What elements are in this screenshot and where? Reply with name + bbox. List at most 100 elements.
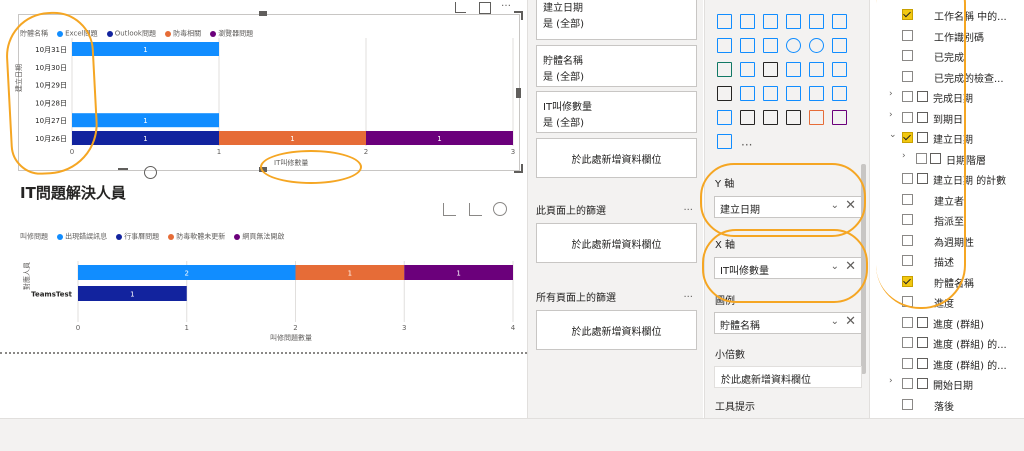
data-label: 1 bbox=[143, 46, 147, 54]
table-icon[interactable] bbox=[738, 84, 756, 102]
donut-chart-icon[interactable] bbox=[807, 36, 825, 54]
field-checkbox[interactable] bbox=[902, 398, 913, 410]
annotation-circle-x-well bbox=[702, 229, 868, 303]
filter-card-created-date[interactable]: 建立日期 是 (全部) bbox=[536, 0, 697, 40]
chart2-legend-item[interactable]: 網頁無法開啟 bbox=[242, 233, 284, 241]
python-visual-icon-glyph bbox=[809, 86, 824, 101]
field-row[interactable]: 落後 bbox=[870, 395, 1024, 415]
x-tick-label: 0 bbox=[76, 324, 80, 332]
field-row[interactable]: 進度 (群組) 的... bbox=[870, 333, 1024, 353]
python-visual-icon[interactable] bbox=[807, 84, 825, 102]
waterfall-icon[interactable] bbox=[715, 36, 733, 54]
field-checkbox[interactable] bbox=[902, 316, 913, 328]
remove-field-icon[interactable]: ✕ bbox=[845, 314, 856, 329]
resize-handle-top-right[interactable] bbox=[514, 11, 523, 20]
filter-card-value: 是 (全部) bbox=[543, 72, 584, 83]
line-clustered-column-icon-glyph bbox=[786, 14, 801, 29]
field-label: 開始日期 bbox=[933, 381, 973, 392]
chart2-plot[interactable]: 0 1 2 3 4 2 1 1 TeamsTest 1 bbox=[0, 255, 527, 335]
pie-chart-icon[interactable] bbox=[784, 36, 802, 54]
scatter-icon-glyph bbox=[763, 38, 778, 53]
kpi-icon[interactable] bbox=[830, 60, 848, 78]
r-visual-icon[interactable] bbox=[784, 84, 802, 102]
table-icon-glyph bbox=[740, 86, 755, 101]
decomposition-tree-icon[interactable] bbox=[715, 108, 733, 126]
line-clustered-column-icon[interactable] bbox=[784, 12, 802, 30]
gauge-icon[interactable] bbox=[761, 60, 779, 78]
data-label: 1 bbox=[143, 135, 147, 143]
all-pages-filters-more-button[interactable]: ... bbox=[683, 289, 693, 300]
filter-card-it-count[interactable]: IT叫修數量 是 (全部) bbox=[536, 91, 697, 133]
matrix-icon[interactable] bbox=[761, 84, 779, 102]
map-icon[interactable] bbox=[715, 60, 733, 78]
all-pages-filter-drop-zone[interactable]: 於此處新增資料欄位 bbox=[536, 310, 697, 350]
field-row[interactable]: › 開始日期 bbox=[870, 374, 1024, 394]
arcgis-icon[interactable] bbox=[807, 108, 825, 126]
field-row[interactable]: 進度 (群組) bbox=[870, 313, 1024, 333]
area-chart-icon[interactable] bbox=[738, 12, 756, 30]
chevron-right-icon[interactable]: › bbox=[889, 376, 893, 386]
field-checkbox[interactable] bbox=[902, 357, 913, 369]
slicer-icon[interactable] bbox=[715, 84, 733, 102]
data-label: 1 bbox=[456, 270, 460, 278]
legend-field: 貯體名稱 bbox=[720, 321, 760, 332]
chart2-header-icons bbox=[443, 202, 513, 217]
calculator-icon bbox=[917, 337, 928, 348]
field-label: 進度 (群組) 的... bbox=[933, 360, 1007, 372]
chart2-xlabel: 叫修問題數量 bbox=[270, 334, 312, 342]
more-visuals-button[interactable]: ··· bbox=[741, 138, 752, 152]
power-apps-icon[interactable] bbox=[830, 108, 848, 126]
power-automate-icon[interactable] bbox=[715, 132, 733, 150]
paginated-report-icon[interactable] bbox=[784, 108, 802, 126]
card-icon[interactable] bbox=[784, 60, 802, 78]
filter-card-bucket-name[interactable]: 貯體名稱 是 (全部) bbox=[536, 45, 697, 87]
page-filter-drop-zone[interactable]: 於此處新增資料欄位 bbox=[536, 223, 697, 263]
table-icon bbox=[917, 316, 928, 328]
table-icon bbox=[917, 378, 928, 389]
resize-handle-top[interactable] bbox=[259, 11, 267, 16]
treemap-icon[interactable] bbox=[830, 36, 848, 54]
no-filter-icon[interactable] bbox=[493, 202, 507, 216]
pie-chart-icon-glyph bbox=[786, 38, 801, 53]
drill-up-icon[interactable] bbox=[443, 203, 456, 216]
funnel-icon-glyph bbox=[740, 38, 755, 53]
qa-icon[interactable] bbox=[738, 108, 756, 126]
page-filters-more-button[interactable]: ... bbox=[683, 202, 693, 213]
field-label: 進度 (群組) bbox=[933, 319, 984, 331]
line-stacked-column-icon[interactable] bbox=[807, 12, 825, 30]
small-multiples-drop-zone[interactable]: 於此處新增資料欄位 bbox=[714, 366, 862, 388]
field-checkbox[interactable] bbox=[902, 337, 913, 348]
ribbon-chart-icon[interactable] bbox=[830, 12, 848, 30]
chart2-legend-item[interactable]: 行事曆問題 bbox=[124, 233, 159, 241]
small-multiples-placeholder: 於此處新增資料欄位 bbox=[721, 375, 811, 386]
clear-icon[interactable] bbox=[144, 166, 157, 179]
chevron-down-icon[interactable]: ⌄ bbox=[831, 316, 839, 327]
focus-mode-icon[interactable] bbox=[479, 2, 491, 14]
visual-filter-drop-zone[interactable]: 於此處新增資料欄位 bbox=[536, 138, 697, 178]
field-label: 進度 (群組) 的... bbox=[933, 340, 1007, 351]
field-row[interactable]: 進度 (群組) 的... bbox=[870, 354, 1024, 374]
line-chart-icon[interactable] bbox=[715, 12, 733, 30]
chart2-legend-swatch bbox=[116, 233, 123, 240]
chart2-legend-item[interactable]: 防毒軟體未更新 bbox=[176, 233, 225, 241]
stacked-area-icon[interactable] bbox=[761, 12, 779, 30]
data-label: 1 bbox=[143, 117, 147, 125]
page-tabs-bar bbox=[0, 418, 1024, 451]
smart-narrative-icon[interactable] bbox=[761, 108, 779, 126]
filled-map-icon[interactable] bbox=[738, 60, 756, 78]
filter-icon[interactable] bbox=[118, 168, 128, 177]
chart2-legend-item[interactable]: 出現錯誤訊息 bbox=[65, 233, 107, 241]
key-influencers-icon[interactable] bbox=[830, 84, 848, 102]
expand-icon[interactable] bbox=[469, 203, 482, 216]
drill-down-icon[interactable] bbox=[455, 2, 466, 13]
annotation-circle-xaxis bbox=[260, 150, 362, 184]
funnel-icon[interactable] bbox=[738, 36, 756, 54]
scatter-icon[interactable] bbox=[761, 36, 779, 54]
annotation-circle-yaxis bbox=[3, 9, 101, 177]
multi-row-card-icon[interactable] bbox=[807, 60, 825, 78]
filter-card-name: 貯體名稱 bbox=[543, 56, 583, 67]
more-options-icon[interactable]: … bbox=[501, 0, 511, 9]
key-influencers-icon-glyph bbox=[832, 86, 847, 101]
field-checkbox[interactable] bbox=[902, 378, 913, 389]
legend-field-well[interactable]: 貯體名稱 ⌄ ✕ bbox=[714, 312, 862, 334]
